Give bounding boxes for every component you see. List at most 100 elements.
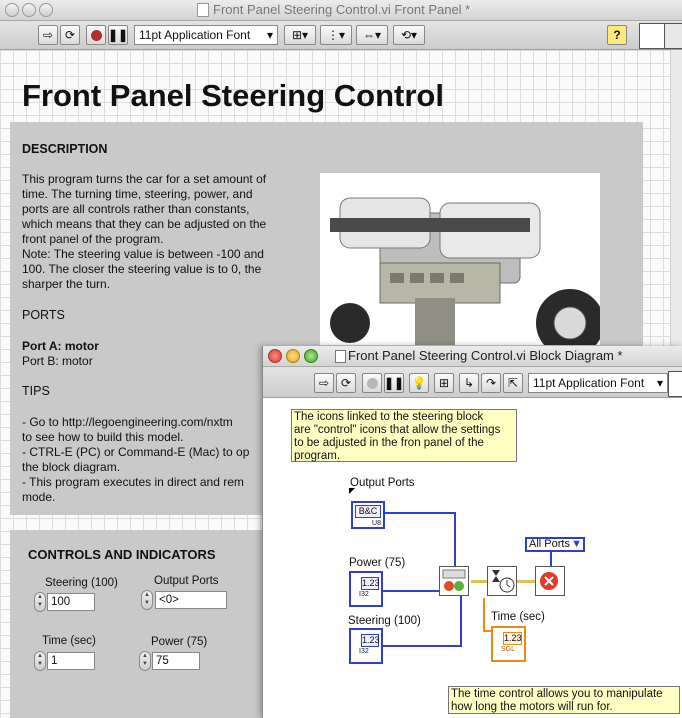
- output-ports-wire[interactable]: [454, 512, 456, 566]
- close-window-button[interactable]: [268, 349, 282, 363]
- run-arrow-icon[interactable]: ⇨: [314, 373, 334, 393]
- power-input[interactable]: 75: [152, 652, 200, 670]
- description-heading: DESCRIPTION: [22, 142, 108, 156]
- power-terminal-type: I32: [359, 591, 369, 598]
- vi-icon: [668, 371, 682, 397]
- note-line: The icons linked to the steering block: [294, 411, 484, 423]
- note-line: program.: [294, 450, 341, 462]
- label-corner-marker: [349, 488, 355, 494]
- output-ports-terminal-value: B&C: [355, 505, 381, 518]
- tips-text: - Go to http://legoengineering.com/nxtm …: [22, 415, 267, 505]
- block-diagram-titlebar: Front Panel Steering Control.vi Block Di…: [263, 346, 682, 367]
- steering-input[interactable]: 100: [47, 593, 95, 611]
- time-terminal-label: Time (sec): [491, 611, 545, 623]
- power-label: Power (75): [151, 636, 208, 648]
- output-ports-terminal[interactable]: B&C U8: [351, 501, 385, 529]
- motor-stop-block-icon[interactable]: [535, 566, 565, 596]
- run-arrow-icon[interactable]: ⇨: [38, 25, 58, 45]
- power-terminal-label: Power (75): [349, 557, 406, 569]
- description-line: Note: The steering value is between -100…: [22, 247, 264, 261]
- time-terminal[interactable]: 1.23 SGL: [491, 626, 526, 662]
- note-line: to be adjusted in the fron panel of the: [294, 437, 484, 449]
- control-icons-note: The icons linked to the steering block a…: [291, 409, 517, 462]
- steering-wire[interactable]: [460, 596, 462, 647]
- controls-heading: CONTROLS AND INDICATORS: [28, 547, 216, 562]
- tips-heading: TIPS: [22, 384, 50, 398]
- power-terminal[interactable]: 1.23 I32: [349, 571, 383, 607]
- time-control-note: The time control allows you to manipulat…: [448, 686, 680, 714]
- block-diagram-toolbar: ⇨ ⟳ ❚❚ 💡 ⊞ ↳ ↷ ⇱ 11pt Application Font ▾: [263, 367, 682, 398]
- ports-heading: PORTS: [22, 308, 65, 322]
- run-continuously-icon[interactable]: ⟳: [60, 25, 80, 45]
- tips-line: - This program executes in direct and re…: [22, 475, 244, 489]
- pause-icon[interactable]: ❚❚: [384, 373, 404, 393]
- time-label: Time (sec): [42, 635, 96, 647]
- chevron-down-icon: ▾: [656, 376, 663, 390]
- output-ports-input[interactable]: <0>: [155, 591, 227, 609]
- highlight-execution-icon[interactable]: 💡: [409, 373, 429, 393]
- chevron-down-icon: ▼: [571, 538, 582, 550]
- steering-terminal[interactable]: 1.23 I32: [349, 628, 383, 664]
- align-objects-icon[interactable]: ⊞▾: [284, 25, 316, 45]
- page-title: Front Panel Steering Control: [22, 78, 444, 113]
- block-diagram-window: Front Panel Steering Control.vi Block Di…: [262, 346, 682, 718]
- note-line: are "control" icons that allow the setti…: [294, 424, 501, 436]
- close-window-button[interactable]: [5, 3, 19, 17]
- distribute-objects-icon[interactable]: ⋮▾: [320, 25, 352, 45]
- time-terminal-value: 1.23: [503, 632, 522, 645]
- steering-move-block-icon[interactable]: [439, 566, 469, 596]
- minimize-window-button[interactable]: [22, 3, 36, 17]
- output-ports-terminal-type: U8: [372, 520, 381, 527]
- tips-line: to see how to build this model.: [22, 430, 184, 444]
- output-ports-stepper[interactable]: ▲ ▼: [141, 590, 153, 610]
- time-input[interactable]: 1: [47, 652, 95, 670]
- error-wire[interactable]: [515, 580, 535, 583]
- step-into-icon[interactable]: ↳: [459, 373, 479, 393]
- font-select[interactable]: 11pt Application Font ▾: [528, 373, 668, 393]
- retain-wire-values-icon[interactable]: ⊞: [434, 373, 454, 393]
- steering-wire[interactable]: [383, 645, 461, 647]
- reorder-icon[interactable]: ⟲▾: [393, 25, 425, 45]
- output-ports-label: Output Ports: [154, 575, 219, 587]
- font-select[interactable]: 11pt Application Font ▾: [134, 25, 278, 45]
- steering-increment-stepper[interactable]: ▲ ▼: [34, 592, 46, 612]
- description-line: front panel of the program.: [22, 232, 164, 246]
- port-a-text: Port A: motor: [22, 339, 99, 353]
- all-ports-select-value: All Ports: [529, 538, 570, 550]
- window-title: Front Panel Steering Control.vi Front Pa…: [213, 2, 471, 17]
- abort-icon[interactable]: [362, 373, 382, 393]
- abort-icon[interactable]: [86, 25, 106, 45]
- time-wire[interactable]: [483, 598, 485, 632]
- run-continuously-icon[interactable]: ⟳: [336, 373, 356, 393]
- step-over-icon[interactable]: ↷: [481, 373, 501, 393]
- chevron-down-icon: ▾: [266, 28, 273, 42]
- wait-timer-icon[interactable]: [487, 566, 517, 596]
- power-wire[interactable]: [383, 590, 439, 592]
- output-ports-wire[interactable]: [385, 512, 455, 514]
- time-terminal-type: SGL: [501, 646, 516, 653]
- tips-line: - Go to http://legoengineering.com/nxtm: [22, 415, 233, 429]
- zoom-window-button[interactable]: [39, 3, 53, 17]
- font-select-value: 11pt Application Font: [139, 28, 251, 42]
- vertical-scrollbar[interactable]: [670, 50, 682, 360]
- robot-car-image: [320, 173, 600, 345]
- description-line: which means that they can be adjusted on…: [22, 217, 267, 231]
- description-line: time. The turning time, steering, power,…: [22, 187, 253, 201]
- vi-document-icon: [197, 3, 209, 17]
- minimize-window-button[interactable]: [286, 349, 300, 363]
- all-ports-select[interactable]: All Ports ▼: [525, 537, 585, 552]
- time-stepper[interactable]: ▲ ▼: [34, 651, 46, 671]
- power-stepper[interactable]: ▲ ▼: [139, 651, 151, 671]
- port-b-text: Port B: motor: [22, 354, 93, 368]
- steering-label: Steering (100): [45, 577, 118, 589]
- step-out-icon[interactable]: ⇱: [503, 373, 523, 393]
- description-line: ports are all controls rather than const…: [22, 202, 250, 216]
- pause-icon[interactable]: ❚❚: [108, 25, 128, 45]
- help-icon[interactable]: ?: [607, 25, 627, 45]
- front-panel-titlebar: Front Panel Steering Control.vi Front Pa…: [0, 0, 682, 21]
- steering-terminal-label: Steering (100): [348, 615, 421, 627]
- font-select-value: 11pt Application Font: [533, 376, 645, 390]
- zoom-window-button[interactable]: [304, 349, 318, 363]
- resize-objects-icon[interactable]: ⇔▾: [356, 25, 388, 45]
- tips-line: - CTRL-E (PC) or Command-E (Mac) to op: [22, 445, 250, 459]
